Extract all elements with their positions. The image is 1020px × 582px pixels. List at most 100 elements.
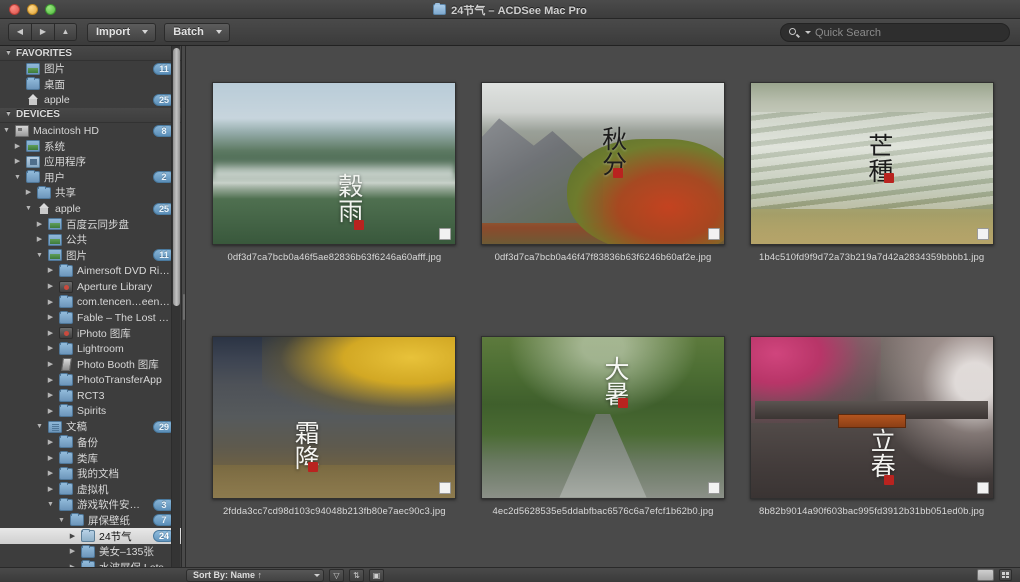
thumbnail-cell[interactable]: 穀雨 0df3d7ca7bcb0a46f5ae82836b63f6246a60af… <box>200 60 469 314</box>
disclosure-triangle-icon[interactable]: ▶ <box>46 345 55 352</box>
sidebar-item-[interactable]: ▶ 百度云同步盘 <box>0 216 181 232</box>
sidebar-item-[interactable]: ▼ 屏保壁纸 7 <box>0 513 181 529</box>
up-button[interactable]: ▲ <box>54 23 77 41</box>
thumbnail-checkbox[interactable] <box>439 481 452 494</box>
sidebar-section-header[interactable]: ▼ FAVORITES <box>0 46 181 61</box>
sidebar-item-[interactable]: ▶图片11 <box>0 61 181 77</box>
sidebar-item-[interactable]: ▼ 文稿 29 <box>0 419 181 435</box>
sidebar-item-apple[interactable]: ▶apple25 <box>0 92 181 108</box>
disclosure-triangle-icon[interactable]: ▶ <box>46 455 55 462</box>
sidebar-tree[interactable]: ▼FAVORITES▶图片11▶桌面▶apple25▼DEVICES▼Macin… <box>0 46 181 567</box>
sidebar-item-rct3[interactable]: ▶ RCT3 <box>0 388 181 404</box>
disclosure-triangle-icon[interactable]: ▼ <box>2 127 11 134</box>
sidebar-item-135[interactable]: ▶ 美女–135张 <box>0 544 181 560</box>
sidebar-item-[interactable]: ▶ 类库 <box>0 450 181 466</box>
disclosure-triangle-icon[interactable]: ▶ <box>46 314 55 321</box>
chevron-down-icon[interactable] <box>805 31 811 34</box>
sidebar-item-[interactable]: ▶桌面 <box>0 77 181 93</box>
sidebar-item-[interactable]: ▶ 共享 <box>0 185 181 201</box>
sidebar-item-[interactable]: ▶ 我的文档 <box>0 466 181 482</box>
thumbnail-image[interactable]: 穀雨 <box>212 82 457 245</box>
sidebar-item-[interactable]: ▼ 图片 11 <box>0 248 181 264</box>
import-button[interactable]: Import <box>87 22 157 42</box>
view-options-button[interactable]: ▣ <box>369 568 384 582</box>
thumbnail-cell[interactable]: 霜降 2fdda3cc7cd98d103c94048b213fb80e7aec90… <box>200 314 469 568</box>
sidebar-item-macintosh-hd[interactable]: ▼ Macintosh HD 8 <box>0 123 181 139</box>
thumbnail-checkbox[interactable] <box>976 481 989 494</box>
thumbnail-image-wrapper[interactable]: 穀雨 <box>212 82 457 245</box>
disclosure-triangle-icon[interactable]: ▶ <box>13 158 22 165</box>
sidebar-item-lightroom[interactable]: ▶ Lightroom <box>0 341 181 357</box>
disclosure-triangle-icon[interactable]: ▼ <box>46 501 55 508</box>
minimize-button[interactable] <box>27 3 38 15</box>
thumbnail-checkbox[interactable] <box>707 481 720 494</box>
sidebar-item-iphoto[interactable]: ▶ iPhoto 图库 <box>0 326 181 342</box>
thumbnail-cell[interactable]: 秋分 0df3d7ca7bcb0a46f47f83836b63f6246b60af… <box>469 60 738 314</box>
disclosure-triangle-icon[interactable]: ▼ <box>24 205 33 212</box>
disclosure-triangle-icon[interactable]: ▼ <box>35 423 44 430</box>
disclosure-triangle-icon[interactable]: ▶ <box>68 548 77 555</box>
sidebar-item-spirits[interactable]: ▶ Spirits <box>0 403 181 419</box>
disclosure-triangle-icon[interactable]: ▶ <box>13 143 22 150</box>
grid-view-button[interactable] <box>999 569 1012 581</box>
sidebar-scrollbar-thumb[interactable] <box>173 48 180 306</box>
disclosure-triangle-icon[interactable]: ▶ <box>46 377 55 384</box>
sidebar-item-[interactable]: ▶ 备份 <box>0 435 181 451</box>
sidebar-item-[interactable]: ▼ 用户 2 <box>0 170 181 186</box>
sidebar-item-[interactable]: ▶ 应用程序 <box>0 154 181 170</box>
disclosure-triangle-icon[interactable]: ▶ <box>68 564 77 567</box>
disclosure-triangle-icon[interactable]: ▼ <box>35 252 44 259</box>
disclosure-triangle-icon[interactable]: ▶ <box>46 408 55 415</box>
sidebar-item-[interactable]: ▶ 公共 <box>0 232 181 248</box>
sidebar-item-lotsawater[interactable]: ▶ 水波屏保 LotsaWater <box>0 559 181 567</box>
sidebar-item-aperture-library[interactable]: ▶ Aperture Library <box>0 279 181 295</box>
thumbnail-image[interactable]: 立春 <box>749 335 994 499</box>
sidebar-item-[interactable]: ▼游戏软件安装包备份3 <box>0 497 181 513</box>
disclosure-triangle-icon[interactable]: ▶ <box>46 470 55 477</box>
disclosure-triangle-icon[interactable]: ▶ <box>35 236 44 243</box>
thumbnail-image-wrapper[interactable]: 芒種 <box>749 82 994 245</box>
disclosure-triangle-icon[interactable]: ▼ <box>4 50 13 57</box>
thumbnail-checkbox[interactable] <box>439 228 452 240</box>
sidebar-scrollbar[interactable] <box>171 46 180 567</box>
thumbnail-cell[interactable]: 芒種 1b4c510fd9f9d72a73b219a7d42a2834359bbb… <box>737 60 1006 314</box>
disclosure-triangle-icon[interactable]: ▼ <box>13 174 22 181</box>
thumbnail-image[interactable]: 秋分 <box>480 82 725 245</box>
disclosure-triangle-icon[interactable]: ▶ <box>46 392 55 399</box>
thumbnail-image[interactable]: 霜降 <box>212 335 457 499</box>
disclosure-triangle-icon[interactable]: ▶ <box>46 330 55 337</box>
disclosure-triangle-icon[interactable]: ▶ <box>46 439 55 446</box>
filmstrip-view-button[interactable] <box>977 569 994 581</box>
thumbnail-image-wrapper[interactable]: 大暑 <box>480 335 725 499</box>
forward-button[interactable]: ▶ <box>31 23 54 41</box>
sidebar-item-24[interactable]: ▶ 24节气 24 <box>0 528 181 544</box>
disclosure-triangle-icon[interactable]: ▼ <box>57 517 66 524</box>
sort-by-select[interactable]: Sort By: Name ↑ <box>186 568 324 582</box>
zoom-button[interactable] <box>45 3 56 15</box>
thumbnail-checkbox[interactable] <box>976 228 989 240</box>
sidebar-item-apple[interactable]: ▼ apple 25 <box>0 201 181 217</box>
sidebar-item-phototransferapp[interactable]: ▶ PhotoTransferApp <box>0 372 181 388</box>
disclosure-triangle-icon[interactable]: ▶ <box>46 267 55 274</box>
thumbnail-image[interactable]: 芒種 <box>749 82 994 245</box>
disclosure-triangle-icon[interactable]: ▶ <box>35 221 44 228</box>
sidebar-section-header[interactable]: ▼ DEVICES <box>0 107 181 123</box>
disclosure-triangle-icon[interactable]: ▶ <box>24 189 33 196</box>
disclosure-triangle-icon[interactable]: ▶ <box>46 299 55 306</box>
disclosure-triangle-icon[interactable]: ▶ <box>68 533 77 540</box>
back-button[interactable]: ◀ <box>8 23 31 41</box>
disclosure-triangle-icon[interactable]: ▼ <box>4 111 13 118</box>
thumbnail-cell[interactable]: 立春 8b82b9014a90f603bac995fd3912b31bb051ed… <box>737 314 1006 568</box>
batch-button[interactable]: Batch <box>164 22 230 42</box>
filter-button[interactable]: ▽ <box>329 568 344 582</box>
disclosure-triangle-icon[interactable]: ▶ <box>46 361 55 368</box>
thumbnail-image-wrapper[interactable]: 立春 <box>749 335 994 499</box>
thumbnail-checkbox[interactable] <box>707 228 720 240</box>
sidebar-item-[interactable]: ▶ 系统 <box>0 138 181 154</box>
close-button[interactable] <box>9 3 20 15</box>
thumbnail-image[interactable]: 大暑 <box>480 335 725 499</box>
disclosure-triangle-icon[interactable]: ▶ <box>46 283 55 290</box>
quick-search-field[interactable] <box>780 23 1010 42</box>
thumbnail-image-wrapper[interactable]: 秋分 <box>480 82 725 245</box>
sidebar-item-com-tencen-eencapture[interactable]: ▶ com.tencen…eenCapture <box>0 294 181 310</box>
